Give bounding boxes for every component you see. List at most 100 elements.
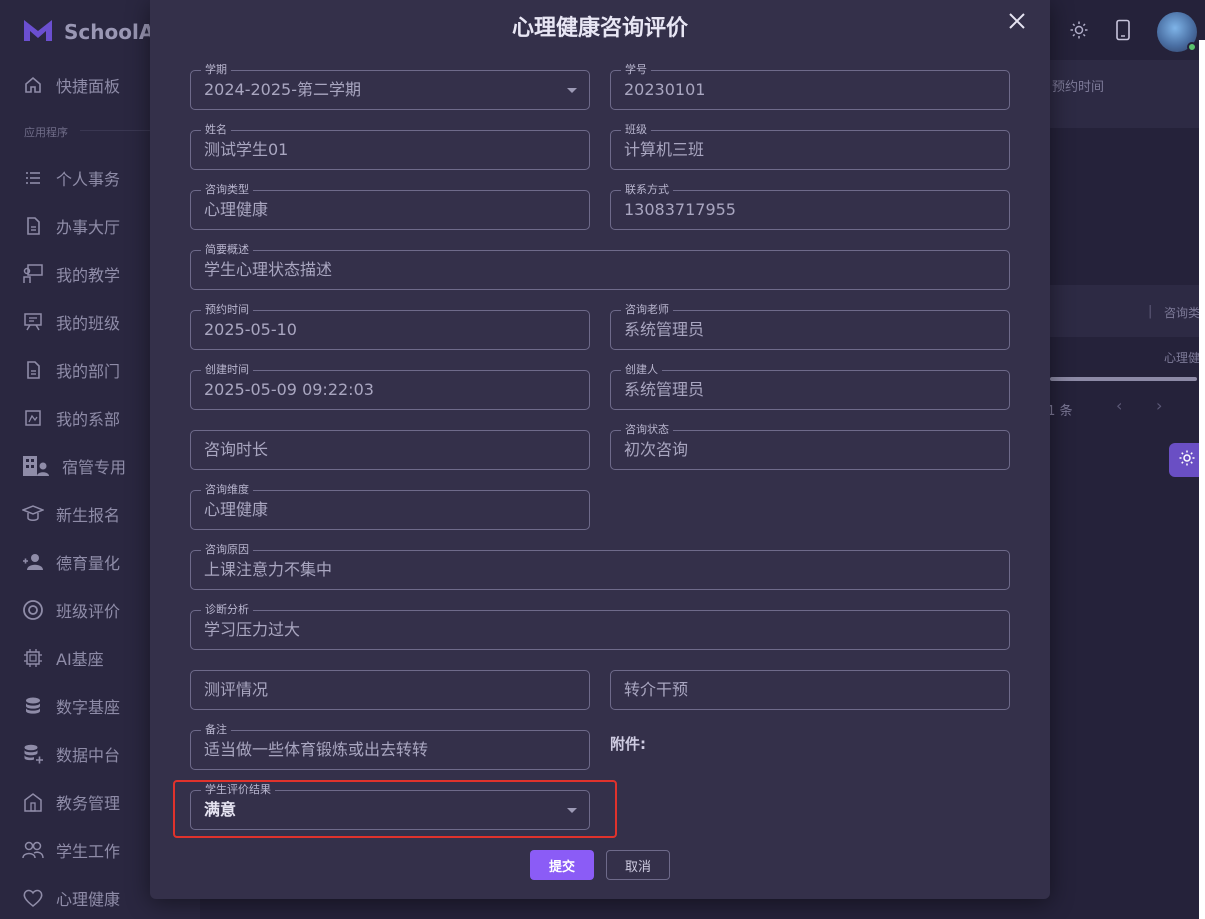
cancel-button[interactable]: 取消 <box>606 850 670 880</box>
field-label: 预约时间 <box>201 303 253 317</box>
appointment-time-field[interactable]: 预约时间 2025-05-10 <box>190 303 590 350</box>
field-label: 咨询类型 <box>201 183 253 197</box>
field-value: 测试学生01 <box>204 140 289 159</box>
sidebar-item-dashboard[interactable]: 快捷面板 <box>22 71 120 99</box>
next-page-icon[interactable]: › <box>1156 396 1162 415</box>
sidebar-item-faculty[interactable]: 我的系部 <box>22 404 120 432</box>
topbar-actions <box>1069 12 1197 52</box>
page-scrollbar[interactable] <box>1199 40 1205 919</box>
field-value: 心理健康 <box>204 200 269 219</box>
counselor-field[interactable]: 咨询老师 系统管理员 <box>610 303 1010 350</box>
brand-name: SchoolAI <box>64 20 162 44</box>
sidebar-item-academic[interactable]: 教务管理 <box>22 788 120 816</box>
sidebar-item-label: 教务管理 <box>56 794 121 813</box>
sidebar-item-label: 数据中台 <box>56 746 121 765</box>
bg-cell-consult-type: 心理健 <box>1164 351 1201 365</box>
student-id-field[interactable]: 学号 20230101 <box>610 63 1010 110</box>
field-value: 系统管理员 <box>624 320 705 339</box>
list-icon <box>22 167 44 189</box>
sidebar-item-mental-health[interactable]: 心理健康 <box>22 884 120 912</box>
field-value: 学习压力过大 <box>204 620 301 639</box>
sidebar-item-label: 快捷面板 <box>56 77 121 96</box>
field-value: 20230101 <box>624 80 706 99</box>
status-field[interactable]: 咨询状态 初次咨询 <box>610 423 1010 470</box>
reason-field[interactable]: 咨询原因 上课注意力不集中 <box>190 543 1010 590</box>
creator-field[interactable]: 创建人 系统管理员 <box>610 363 1010 410</box>
chip-icon <box>22 647 44 669</box>
home-icon <box>22 74 44 96</box>
badge-icon <box>22 599 44 621</box>
consult-type-field[interactable]: 咨询类型 心理健康 <box>190 183 590 230</box>
sidebar-item-service-hall[interactable]: 办事大厅 <box>22 212 120 240</box>
name-field[interactable]: 姓名 测试学生01 <box>190 123 590 170</box>
sidebar-item-label: AI基座 <box>56 650 104 669</box>
bg-col-consult-type: 咨询类 <box>1164 306 1201 320</box>
sidebar-item-label: 班级评价 <box>56 602 121 621</box>
sidebar-item-label: 我的部门 <box>56 362 121 381</box>
sidebar-item-label: 我的班级 <box>56 314 121 333</box>
building-icon <box>22 791 44 813</box>
field-label: 学号 <box>621 63 651 77</box>
gear-icon <box>1178 449 1196 471</box>
diagnosis-field[interactable]: 诊断分析 学习压力过大 <box>190 603 1010 650</box>
bg-label-appointment-time: 预约时间 <box>1052 80 1105 95</box>
sidebar-item-student-affairs[interactable]: 学生工作 <box>22 836 120 864</box>
sidebar-item-label: 我的系部 <box>56 410 121 429</box>
consultation-evaluation-dialog: 心理健康咨询评价 学期 2024-2025-第二学期 学号 20230101 姓… <box>150 0 1050 899</box>
field-value: 2024-2025-第二学期 <box>204 80 361 99</box>
field-label: 简要概述 <box>201 243 253 257</box>
contact-field[interactable]: 联系方式 13083717955 <box>610 183 1010 230</box>
assessment-input[interactable]: 测评情况 <box>190 670 590 710</box>
field-label: 诊断分析 <box>201 603 253 617</box>
prev-page-icon[interactable]: ‹ <box>1116 396 1122 415</box>
sidebar-item-dormitory[interactable]: 宿管专用 <box>22 452 126 480</box>
sidebar-item-label: 我的教学 <box>56 266 121 285</box>
student-evaluation-select[interactable]: 学生评价结果 满意 <box>190 783 590 830</box>
duration-input[interactable]: 咨询时长 <box>190 430 590 470</box>
class-icon <box>22 311 44 333</box>
sidebar-item-data-center[interactable]: 数据中台 <box>22 740 120 768</box>
dialog-title: 心理健康咨询评价 <box>511 16 688 41</box>
sidebar-item-digital-base[interactable]: 数字基座 <box>22 692 120 720</box>
sidebar-item-label: 办事大厅 <box>56 218 121 237</box>
brand[interactable]: SchoolAI <box>22 16 162 48</box>
remark-field[interactable]: 备注 适当做一些体育锻炼或出去转转 <box>190 723 590 770</box>
sidebar-item-ai-base[interactable]: AI基座 <box>22 644 104 672</box>
field-label: 创建时间 <box>201 363 253 377</box>
field-label: 学期 <box>201 63 231 77</box>
department-icon <box>22 359 44 381</box>
theme-toggle-icon[interactable] <box>1069 20 1089 44</box>
sidebar-item-moral[interactable]: 德育量化 <box>22 548 120 576</box>
field-value: 13083717955 <box>624 200 736 219</box>
sidebar-item-enrollment[interactable]: 新生报名 <box>22 500 120 528</box>
sidebar-item-class-eval[interactable]: 班级评价 <box>22 596 120 624</box>
bg-table-scrollbar[interactable] <box>1050 377 1197 381</box>
online-status-dot <box>1187 42 1197 52</box>
close-button[interactable] <box>1005 11 1029 35</box>
sidebar-item-personal[interactable]: 个人事务 <box>22 164 120 192</box>
sidebar-item-class[interactable]: 我的班级 <box>22 308 120 336</box>
avatar[interactable] <box>1157 12 1197 52</box>
students-icon <box>22 839 44 861</box>
sidebar-item-teaching[interactable]: 我的教学 <box>22 260 120 288</box>
field-label: 咨询老师 <box>621 303 673 317</box>
field-value: 2025-05-09 09:22:03 <box>204 380 374 399</box>
dimension-field[interactable]: 咨询维度 心理健康 <box>190 483 590 530</box>
created-time-field[interactable]: 创建时间 2025-05-09 09:22:03 <box>190 363 590 410</box>
class-field[interactable]: 班级 计算机三班 <box>610 123 1010 170</box>
sidebar-item-label: 数字基座 <box>56 698 121 717</box>
mobile-icon[interactable] <box>1115 19 1131 45</box>
semester-select[interactable]: 学期 2024-2025-第二学期 <box>190 63 590 110</box>
sidebar-item-department[interactable]: 我的部门 <box>22 356 120 384</box>
chevron-down-icon <box>567 808 577 813</box>
field-label: 创建人 <box>621 363 662 377</box>
sidebar-item-label: 学生工作 <box>56 842 121 861</box>
summary-field[interactable]: 简要概述 学生心理状态描述 <box>190 243 1010 290</box>
referral-input[interactable]: 转介干预 <box>610 670 1010 710</box>
field-label: 联系方式 <box>621 183 673 197</box>
field-placeholder: 咨询时长 <box>204 440 269 459</box>
submit-button[interactable]: 提交 <box>530 850 594 880</box>
heart-icon <box>22 887 44 909</box>
field-label: 学生评价结果 <box>201 783 275 797</box>
field-value: 学生心理状态描述 <box>204 260 333 279</box>
